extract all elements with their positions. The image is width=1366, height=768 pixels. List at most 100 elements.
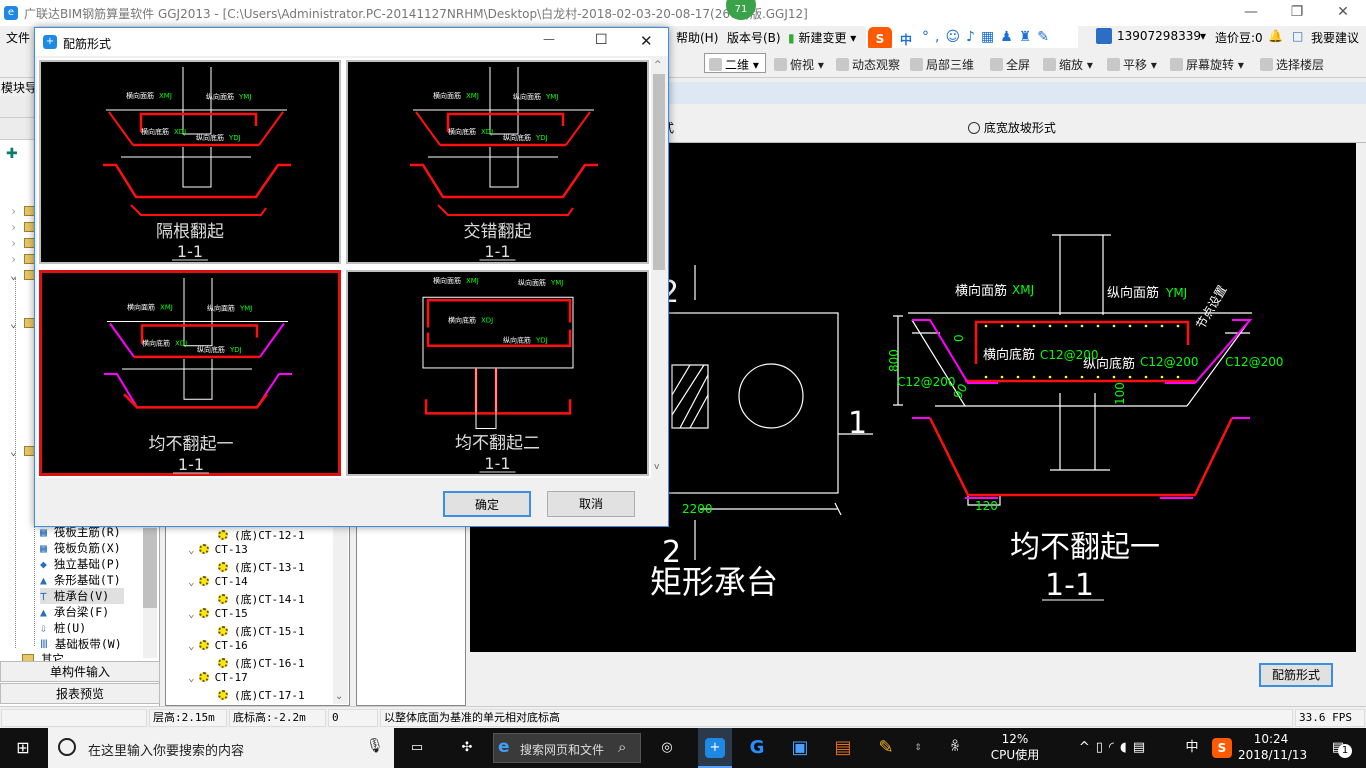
people-icon[interactable]: ꆜ xyxy=(940,728,970,768)
dialog-close-button[interactable]: ✕ xyxy=(640,32,653,50)
dialog-scrollbar[interactable]: ^ v xyxy=(651,58,667,478)
cancel-button[interactable]: 取消 xyxy=(547,491,635,517)
web-search-box[interactable]: e 搜索网页和文件 ⌕ xyxy=(493,733,641,763)
tree-folder-expanded[interactable]: ⌄ xyxy=(10,316,36,332)
dialog-minimize-button[interactable]: — xyxy=(543,32,555,46)
component-list-item[interactable]: ⌄ CT-16 xyxy=(168,639,334,655)
scrollbar-thumb[interactable] xyxy=(143,528,157,608)
option-4[interactable]: 横向面筋 XMJ 纵向面筋 YMJ 横向底筋 XDJ 纵向底筋 YDJ 均不翻起二 1-… xyxy=(346,270,649,476)
menu-file[interactable]: 文件 xyxy=(6,29,30,46)
view-mode-select[interactable]: 二维 ▾ xyxy=(704,53,766,73)
tree-folder-expanded[interactable]: ⌄ xyxy=(10,444,36,460)
tree-folder-expanded[interactable]: ⌄ xyxy=(10,268,36,284)
windows-start-icon[interactable]: ⊞ xyxy=(0,728,46,768)
menu-new-change[interactable]: ▮ 新建变更 ▾ xyxy=(788,29,856,46)
option-1[interactable]: 横向面筋 XMJ 纵向面筋 YMJ 横向底筋 XDJ 纵向底筋 YDJ 隔根翻起 1-1 xyxy=(39,60,341,264)
component-list-item[interactable]: ⌄ CT-17 xyxy=(168,671,334,687)
window-title: 广联达BIM钢筋算量软件 GGJ2013 - [C:\Users\Adminis… xyxy=(24,7,808,21)
band-icon: Ⅲ xyxy=(40,637,48,651)
option-3[interactable]: 横向面筋 XMJ 纵向面筋 YMJ 横向底筋 XDJ 纵向底筋 YDJ 均不翻起一 1-… xyxy=(39,270,341,476)
component-name: (底)CT-13-1 xyxy=(234,561,305,574)
component-list-item[interactable]: (底)CT-14-1 xyxy=(168,591,334,607)
tree-item-cap-beam[interactable]: ▲ 承台梁(F) xyxy=(40,604,109,620)
taskbar-overflow-icon[interactable]: ⇕ xyxy=(910,728,926,768)
taskbar-pdf-app[interactable]: ▤ xyxy=(826,728,860,768)
component-list-item[interactable]: ⌄ CT-15 xyxy=(168,607,334,623)
local-3d-button[interactable]: 局部三维 xyxy=(910,56,974,73)
tree-folder[interactable]: › xyxy=(10,204,36,220)
search-box[interactable]: 在这里输入你要搜索的内容 🎙 xyxy=(48,728,394,768)
zoom-button[interactable]: 缩放 ▾ xyxy=(1043,56,1093,73)
scroll-down-icon[interactable]: ⌄ xyxy=(335,691,343,702)
taskbar-notes-app[interactable]: ✎ xyxy=(869,728,903,768)
tree-item-isolated-footing[interactable]: ◆ 独立基础(P) xyxy=(40,556,121,572)
mic-icon[interactable]: 🎙 xyxy=(366,738,384,754)
scrollbar[interactable]: ⌄ xyxy=(333,524,348,704)
component-list-item[interactable]: ⌄ CT-13 xyxy=(168,543,334,559)
clock[interactable]: 10:24 2018/11/13 xyxy=(1238,731,1307,763)
component-list-item[interactable]: (底)CT-15-1 xyxy=(168,623,334,639)
radio-button[interactable] xyxy=(968,122,980,134)
pan-button[interactable]: 平移 ▾ xyxy=(1107,56,1157,73)
task-view-icon[interactable]: ▭ xyxy=(400,728,434,768)
ime-tools-icons[interactable]: °,☺♪▦♟♜✎ xyxy=(922,29,1055,45)
dynamic-view-button[interactable]: 动态观察 xyxy=(836,56,900,73)
component-list-item[interactable]: (底)CT-17-1 xyxy=(168,687,334,703)
scrollbar-thumb[interactable] xyxy=(653,74,665,270)
taskbar-g-app[interactable]: G xyxy=(740,728,774,768)
ok-button[interactable]: 确定 xyxy=(443,491,531,517)
tree-item-pile-cap[interactable]: ⊤ 桩承台(V) xyxy=(40,588,124,604)
system-tray-icons[interactable]: ^▯◜◖▤ xyxy=(1055,728,1175,768)
select-floor-button[interactable]: 选择楼层 xyxy=(1260,56,1324,73)
tree-folder-other[interactable]: 其它 xyxy=(22,651,64,661)
app-icon-fan[interactable]: ✣ xyxy=(450,728,484,768)
add-icon[interactable]: ✚ xyxy=(6,146,18,162)
minimize-button[interactable]: — xyxy=(1228,0,1274,26)
suggest-link[interactable]: 我要建议 xyxy=(1311,29,1359,46)
tree-folder[interactable]: › xyxy=(10,236,36,252)
menu-help[interactable]: 帮助(H) xyxy=(676,29,718,46)
dialog-maximize-button[interactable]: ☐ xyxy=(595,32,608,48)
taskbar-ggj-app[interactable]: + xyxy=(698,728,732,768)
sogou-tray-icon[interactable]: S xyxy=(1212,738,1232,758)
user-phone[interactable]: 13907298339 xyxy=(1117,29,1201,43)
tree-folder[interactable]: › xyxy=(10,220,36,236)
ime-indicator[interactable]: 中 xyxy=(1182,728,1202,768)
dialog-title-bar[interactable]: + 配筋形式 — ☐ ✕ xyxy=(35,28,668,56)
taskbar-doc-app[interactable]: ▣ xyxy=(783,728,817,768)
radio-slope-form[interactable]: 底宽放坡形式 xyxy=(968,119,1056,136)
close-button[interactable]: ✕ xyxy=(1320,0,1366,26)
menu-version[interactable]: 版本号(B) xyxy=(727,29,781,46)
rebar-dot xyxy=(984,324,988,328)
component-list-item[interactable]: (底)CT-12-1 xyxy=(168,527,334,543)
scrollbar[interactable] xyxy=(143,508,157,658)
report-preview-button[interactable]: 报表预览 xyxy=(0,683,160,704)
rebar-form-button[interactable]: 配筋形式 xyxy=(1259,663,1333,687)
component-list-item[interactable]: (底)CT-16-1 xyxy=(168,655,334,671)
notification-center-icon[interactable]: ▤1 xyxy=(1318,728,1358,768)
ime-mode[interactable]: 中 xyxy=(900,31,912,48)
scroll-down-icon[interactable]: v xyxy=(654,462,659,472)
bell-icon[interactable]: 🔔 xyxy=(1268,29,1283,43)
tree-item-pile[interactable]: ⇩ 桩(U) xyxy=(40,620,86,636)
option-2[interactable]: 横向面筋 XMJ 纵向面筋 YMJ 横向底筋 XDJ 纵向底筋 YDJ 交错翻起 1-1 xyxy=(346,60,649,264)
app-icon-swirl[interactable]: ◎ xyxy=(650,728,684,768)
tree-item-raft-neg[interactable]: ▦ 筏板负筋(X) xyxy=(40,540,121,556)
collapse-icon[interactable]: ⌄ xyxy=(188,575,195,588)
component-list-item[interactable]: ⌄ CT-14 xyxy=(168,575,334,591)
fullscreen-button[interactable]: 全屏 xyxy=(990,56,1030,73)
collapse-icon[interactable]: ⌄ xyxy=(188,607,195,620)
tree-folder[interactable]: › xyxy=(10,252,36,268)
fullscreen-label: 全屏 xyxy=(1006,58,1031,72)
scroll-up-icon[interactable]: ^ xyxy=(654,60,662,70)
tree-item-strip-footing[interactable]: ▲ 条形基础(T) xyxy=(40,572,121,588)
collapse-icon[interactable]: ⌄ xyxy=(188,671,195,684)
single-component-button[interactable]: 单构件输入 xyxy=(0,661,160,682)
collapse-icon[interactable]: ⌄ xyxy=(188,543,195,556)
top-view-button[interactable]: 俯视 ▾ xyxy=(774,56,824,73)
component-list-item[interactable]: (底)CT-13-1 xyxy=(168,559,334,575)
collapse-icon[interactable]: ⌄ xyxy=(188,639,195,652)
tree-item-strip-band[interactable]: Ⅲ 基础板带(W) xyxy=(40,636,122,652)
restore-button[interactable]: ❐ xyxy=(1274,0,1320,26)
rotate-button[interactable]: 屏幕旋转 ▾ xyxy=(1170,56,1244,73)
